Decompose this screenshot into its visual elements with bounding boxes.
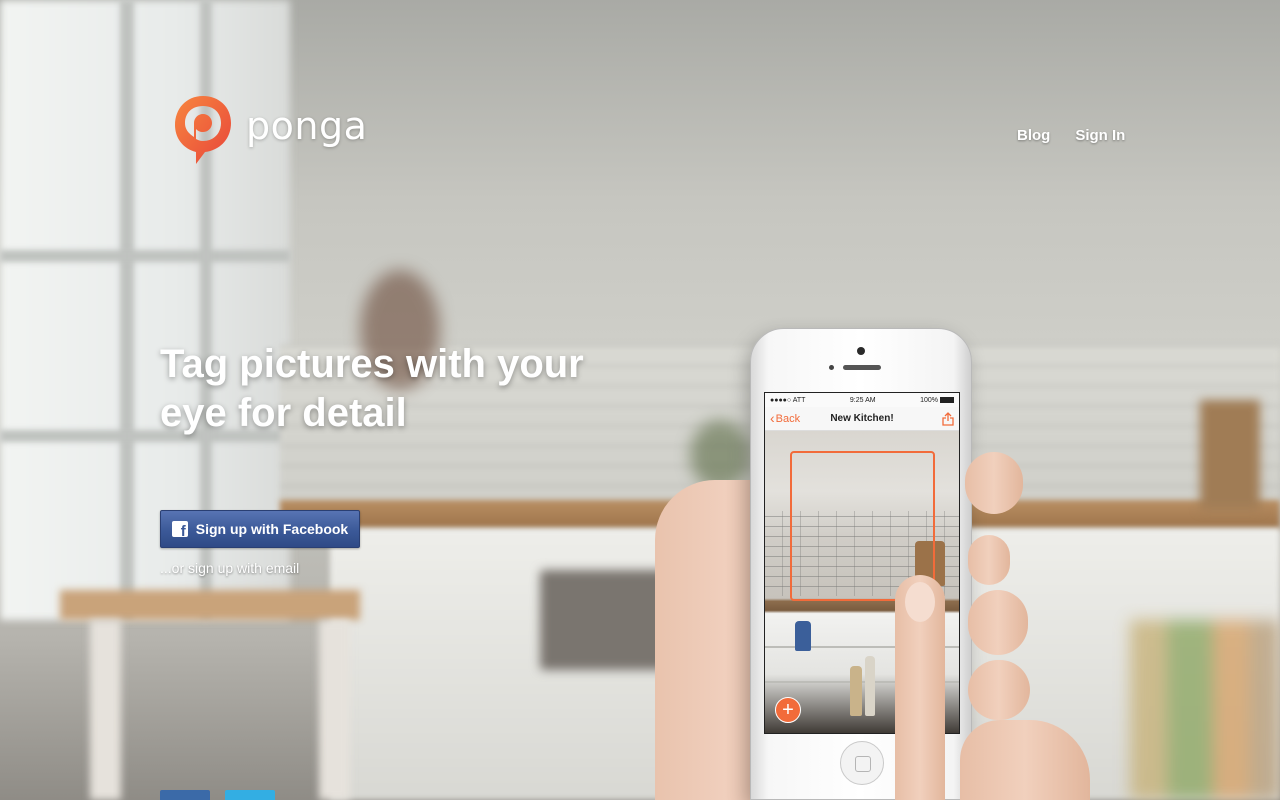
sign-in-link[interactable]: Sign In	[1075, 127, 1125, 144]
email-signup-link[interactable]: ...or sign up with email	[160, 560, 299, 576]
facebook-signup-button[interactable]: f Sign up with Facebook	[160, 510, 360, 548]
bg-table	[60, 590, 360, 620]
blog-link[interactable]: Blog	[1017, 127, 1050, 144]
bg-window-frame	[0, 250, 290, 262]
battery-icon	[940, 396, 954, 403]
back-label: Back	[775, 412, 801, 425]
headline-line-1: Tag pictures with your	[160, 342, 584, 386]
phone-camera	[857, 347, 865, 355]
bg-shelf	[1200, 400, 1260, 510]
status-carrier: ●●●●○ ATT	[770, 396, 806, 404]
hero-headline: Tag pictures with your eye for detail	[160, 340, 630, 438]
plus-icon: +	[775, 697, 801, 723]
chevron-left-icon: ‹	[770, 410, 775, 426]
photo-bottle	[865, 656, 875, 716]
top-nav: Blog Sign In	[1017, 127, 1125, 144]
hand-finger	[968, 590, 1028, 655]
phone-sensor	[829, 365, 834, 370]
hand-finger	[965, 452, 1023, 514]
ponga-logo[interactable]: ponga	[172, 92, 367, 166]
hand-finger	[968, 535, 1010, 585]
social-button-partial[interactable]	[160, 790, 210, 800]
social-button-partial[interactable]	[225, 790, 275, 800]
phone-status-bar: ●●●●○ ATT 9:25 AM 100%	[765, 393, 959, 407]
bg-table-legs	[90, 620, 350, 800]
phone-nav-bar: ‹ Back New Kitchen!	[765, 407, 959, 431]
headline-line-2: eye for detail	[160, 391, 407, 435]
phone-speaker	[843, 365, 881, 370]
photo-bottle	[850, 666, 862, 716]
hand-finger	[968, 660, 1030, 720]
ponga-logo-icon	[175, 96, 231, 164]
phone-home-button	[840, 741, 884, 785]
logo-wordmark: ponga	[246, 104, 368, 148]
facebook-icon: f	[171, 521, 188, 537]
status-time: 9:25 AM	[849, 396, 876, 404]
share-icon	[942, 411, 954, 426]
facebook-signup-label: Sign up with Facebook	[195, 521, 349, 537]
thumb-nail	[905, 582, 935, 622]
bg-window-frame	[120, 0, 134, 620]
status-battery: 100%	[920, 397, 954, 404]
photo-bottle	[795, 621, 811, 651]
phone-back-button: ‹ Back	[770, 410, 801, 426]
bg-bottles	[1130, 620, 1280, 800]
